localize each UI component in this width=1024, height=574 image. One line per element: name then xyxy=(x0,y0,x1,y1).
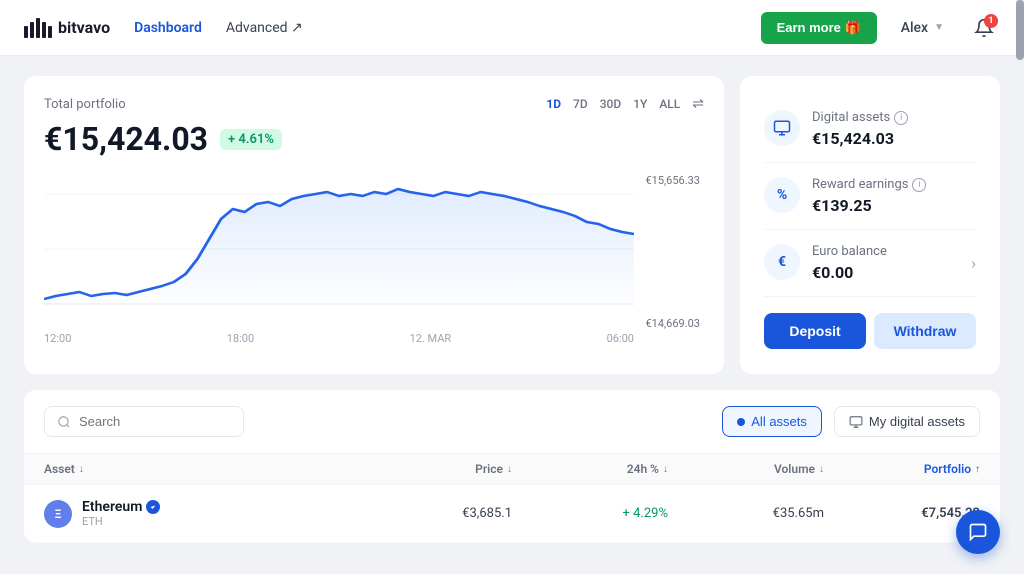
portfolio-change-badge: + 4.61% xyxy=(220,129,282,150)
scrollbar-track xyxy=(1016,0,1024,55)
search-icon xyxy=(57,415,71,429)
reward-earnings-icon-wrap: % xyxy=(764,177,800,213)
time-filter-all[interactable]: ALL xyxy=(659,97,680,111)
reward-earnings-content: Reward earnings i €139.25 xyxy=(812,177,976,215)
earn-more-label: Earn more 🎁 xyxy=(777,20,861,36)
time-filter-1y[interactable]: 1Y xyxy=(633,97,647,111)
digital-assets-icon-wrap xyxy=(764,110,800,146)
logo[interactable]: bitvavo xyxy=(24,18,110,38)
chart-svg xyxy=(44,174,634,324)
euro-balance-item: € Euro balance €0.00 › xyxy=(764,230,976,297)
chevron-down-icon: ▼ xyxy=(934,22,944,33)
reward-earnings-item: % Reward earnings i €139.25 xyxy=(764,163,976,230)
x-label-0: 12:00 xyxy=(44,332,71,345)
digital-assets-info-icon[interactable]: i xyxy=(894,111,908,125)
asset-info: Ethereum ETH xyxy=(82,499,160,528)
user-label: Alex xyxy=(901,20,928,36)
col-asset[interactable]: Asset ↓ xyxy=(44,462,356,476)
digital-assets-value: €15,424.03 xyxy=(812,129,976,148)
my-digital-assets-filter[interactable]: My digital assets xyxy=(834,406,980,437)
all-assets-filter[interactable]: All assets xyxy=(722,406,822,437)
search-input[interactable] xyxy=(79,414,231,429)
assets-card: All assets My digital assets Asset ↓ Pri… xyxy=(24,390,1000,543)
verified-badge xyxy=(146,500,160,514)
digital-assets-title: Digital assets i xyxy=(812,110,976,125)
filter-dot xyxy=(737,418,745,426)
top-row: Total portfolio 1D 7D 30D 1Y ALL ⇌ €15,4… xyxy=(24,76,1000,374)
deposit-button[interactable]: Deposit xyxy=(764,313,866,349)
portfolio-value-row: €15,424.03 + 4.61% xyxy=(44,120,704,158)
action-buttons: Deposit Withdraw xyxy=(764,313,976,349)
chat-fab-button[interactable] xyxy=(956,510,1000,554)
notification-badge: 1 xyxy=(984,14,998,28)
time-filter-30d[interactable]: 30D xyxy=(600,97,621,111)
x-label-3: 06:00 xyxy=(607,332,634,345)
header: bitvavo Dashboard Advanced ↗ Earn more 🎁… xyxy=(0,0,1024,56)
euro-balance-icon-wrap: € xyxy=(764,244,800,280)
digital-assets-item: Digital assets i €15,424.03 xyxy=(764,96,976,163)
asset-portfolio: €7,545.22 xyxy=(824,506,980,521)
euro-balance-chevron[interactable]: › xyxy=(971,254,976,273)
portfolio-summary-card: Digital assets i €15,424.03 % Reward ear… xyxy=(740,76,1000,374)
nav-dashboard[interactable]: Dashboard xyxy=(134,20,202,36)
x-label-2: 12. MAR xyxy=(410,332,452,345)
chat-icon xyxy=(968,522,988,542)
my-digital-assets-label: My digital assets xyxy=(869,414,965,429)
euro-balance-content: Euro balance €0.00 xyxy=(812,244,976,282)
withdraw-button[interactable]: Withdraw xyxy=(874,313,976,349)
assets-toolbar: All assets My digital assets xyxy=(24,390,1000,453)
sort-asset-icon: ↓ xyxy=(79,464,84,475)
logo-icon xyxy=(24,18,52,38)
digital-assets-content: Digital assets i €15,424.03 xyxy=(812,110,976,148)
time-filters: 1D 7D 30D 1Y ALL ⇌ xyxy=(546,96,704,112)
asset-price: €3,685.1 xyxy=(356,506,512,521)
my-assets-icon xyxy=(849,415,863,429)
earn-more-button[interactable]: Earn more 🎁 xyxy=(761,12,877,44)
asset-change-24h: + 4.29% xyxy=(512,506,668,521)
table-header: Asset ↓ Price ↓ 24h % ↓ Volume ↓ Portfol… xyxy=(24,453,1000,485)
chart-area: €15,656.33 €14,669.03 xyxy=(44,174,704,354)
euro-balance-value: €0.00 xyxy=(812,263,976,282)
time-filter-7d[interactable]: 7D xyxy=(573,97,588,111)
reward-earnings-info-icon[interactable]: i xyxy=(912,178,926,192)
col-24h[interactable]: 24h % ↓ xyxy=(512,462,668,476)
logo-text: bitvavo xyxy=(58,18,110,37)
search-wrap xyxy=(44,406,244,437)
asset-name: Ethereum xyxy=(82,499,160,515)
reward-icon: % xyxy=(777,187,787,203)
euro-icon: € xyxy=(778,254,786,270)
asset-icon-eth: Ξ xyxy=(44,500,72,528)
sort-portfolio-icon: ↑ xyxy=(975,464,980,475)
asset-volume: €35.65m xyxy=(668,506,824,521)
portfolio-value: €15,424.03 xyxy=(44,120,208,158)
total-portfolio-label: Total portfolio xyxy=(44,97,126,112)
reward-earnings-value: €139.25 xyxy=(812,196,976,215)
col-volume[interactable]: Volume ↓ xyxy=(668,462,824,476)
digital-assets-icon xyxy=(773,119,791,137)
col-price[interactable]: Price ↓ xyxy=(356,462,512,476)
all-assets-label: All assets xyxy=(751,414,807,429)
chart-min-label: €14,669.03 xyxy=(645,317,700,330)
chart-type-toggle[interactable]: ⇌ xyxy=(692,96,704,112)
asset-cell: Ξ Ethereum ETH xyxy=(44,499,356,528)
time-filter-1d[interactable]: 1D xyxy=(546,97,561,111)
nav-advanced[interactable]: Advanced ↗ xyxy=(226,20,303,36)
main-content: Total portfolio 1D 7D 30D 1Y ALL ⇌ €15,4… xyxy=(0,56,1024,563)
user-menu[interactable]: Alex ▼ xyxy=(901,20,944,36)
asset-ticker: ETH xyxy=(82,515,160,528)
col-portfolio[interactable]: Portfolio ↑ xyxy=(824,462,980,476)
chart-header: Total portfolio 1D 7D 30D 1Y ALL ⇌ xyxy=(44,96,704,112)
scrollbar-thumb[interactable] xyxy=(1016,0,1024,60)
euro-balance-title: Euro balance xyxy=(812,244,976,259)
reward-earnings-title: Reward earnings i xyxy=(812,177,976,192)
notification-button[interactable]: 1 xyxy=(968,12,1000,44)
chart-max-label: €15,656.33 xyxy=(645,174,700,187)
x-label-1: 18:00 xyxy=(227,332,254,345)
chart-card: Total portfolio 1D 7D 30D 1Y ALL ⇌ €15,4… xyxy=(24,76,724,374)
chart-x-labels: 12:00 18:00 12. MAR 06:00 xyxy=(44,332,704,345)
table-row[interactable]: Ξ Ethereum ETH €3,685.1 + 4.29% €35.65m xyxy=(24,485,1000,543)
